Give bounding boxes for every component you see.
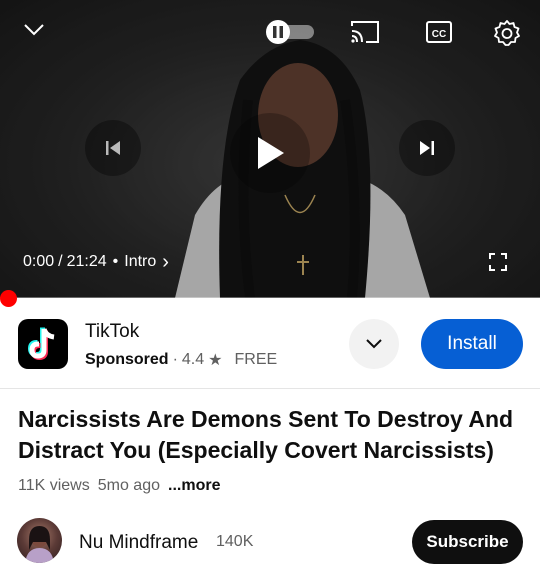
duration: 21:24	[66, 253, 107, 270]
fullscreen-icon[interactable]	[486, 250, 510, 274]
view-count: 11K views	[18, 477, 90, 494]
progress-bar[interactable]	[0, 297, 540, 300]
star-icon: ★	[208, 352, 223, 369]
current-time: 0:00	[23, 253, 55, 270]
ad-bullet: ·	[172, 351, 178, 368]
video-player[interactable]: CC 0:00 / 21:24 • Intro ›	[0, 0, 540, 298]
channel-name[interactable]: Nu Mindframe	[79, 532, 198, 554]
ad-rating: 4.4	[181, 351, 205, 368]
chapter-chevron-icon: ›	[162, 250, 169, 273]
channel-avatar[interactable]	[17, 518, 62, 563]
chapter-button[interactable]: Intro ›	[124, 251, 169, 274]
install-button[interactable]: Install	[421, 319, 523, 369]
autoplay-pause-toggle-icon[interactable]	[264, 20, 316, 44]
time-display: 0:00 / 21:24 • Intro ›	[23, 251, 169, 274]
play-icon[interactable]	[230, 113, 310, 193]
captions-label: CC	[432, 29, 446, 40]
video-stats[interactable]: 11K views 5mo ago ...more	[18, 477, 220, 495]
ad-card[interactable]: TikTok Sponsored · 4.4 ★ FREE Install	[0, 303, 540, 388]
chapter-title: Intro	[124, 253, 157, 270]
ad-expand-button[interactable]	[349, 319, 399, 369]
more-link[interactable]: ...more	[168, 477, 220, 495]
closed-captions-icon[interactable]: CC	[425, 18, 453, 46]
ad-price: FREE	[234, 351, 278, 368]
chevron-down-icon	[366, 339, 382, 349]
ad-app-name: TikTok	[85, 321, 140, 342]
cast-icon[interactable]	[348, 18, 382, 46]
skip-previous-icon[interactable]	[85, 120, 141, 176]
sponsored-label: Sponsored	[85, 351, 169, 368]
chevron-down-icon[interactable]	[20, 18, 48, 42]
subscriber-count: 140K	[216, 533, 254, 550]
upload-age: 5mo ago	[97, 477, 160, 494]
video-title[interactable]: Narcissists Are Demons Sent To Destroy A…	[18, 404, 528, 466]
tiktok-logo-icon	[18, 319, 68, 369]
skip-next-icon[interactable]	[399, 120, 455, 176]
time-separator: /	[58, 253, 63, 270]
divider	[0, 388, 540, 389]
gear-icon[interactable]	[492, 18, 522, 48]
time-bullet: •	[112, 253, 119, 270]
ad-meta: Sponsored · 4.4 ★ FREE	[85, 350, 277, 370]
subscribe-button[interactable]: Subscribe	[412, 520, 523, 564]
